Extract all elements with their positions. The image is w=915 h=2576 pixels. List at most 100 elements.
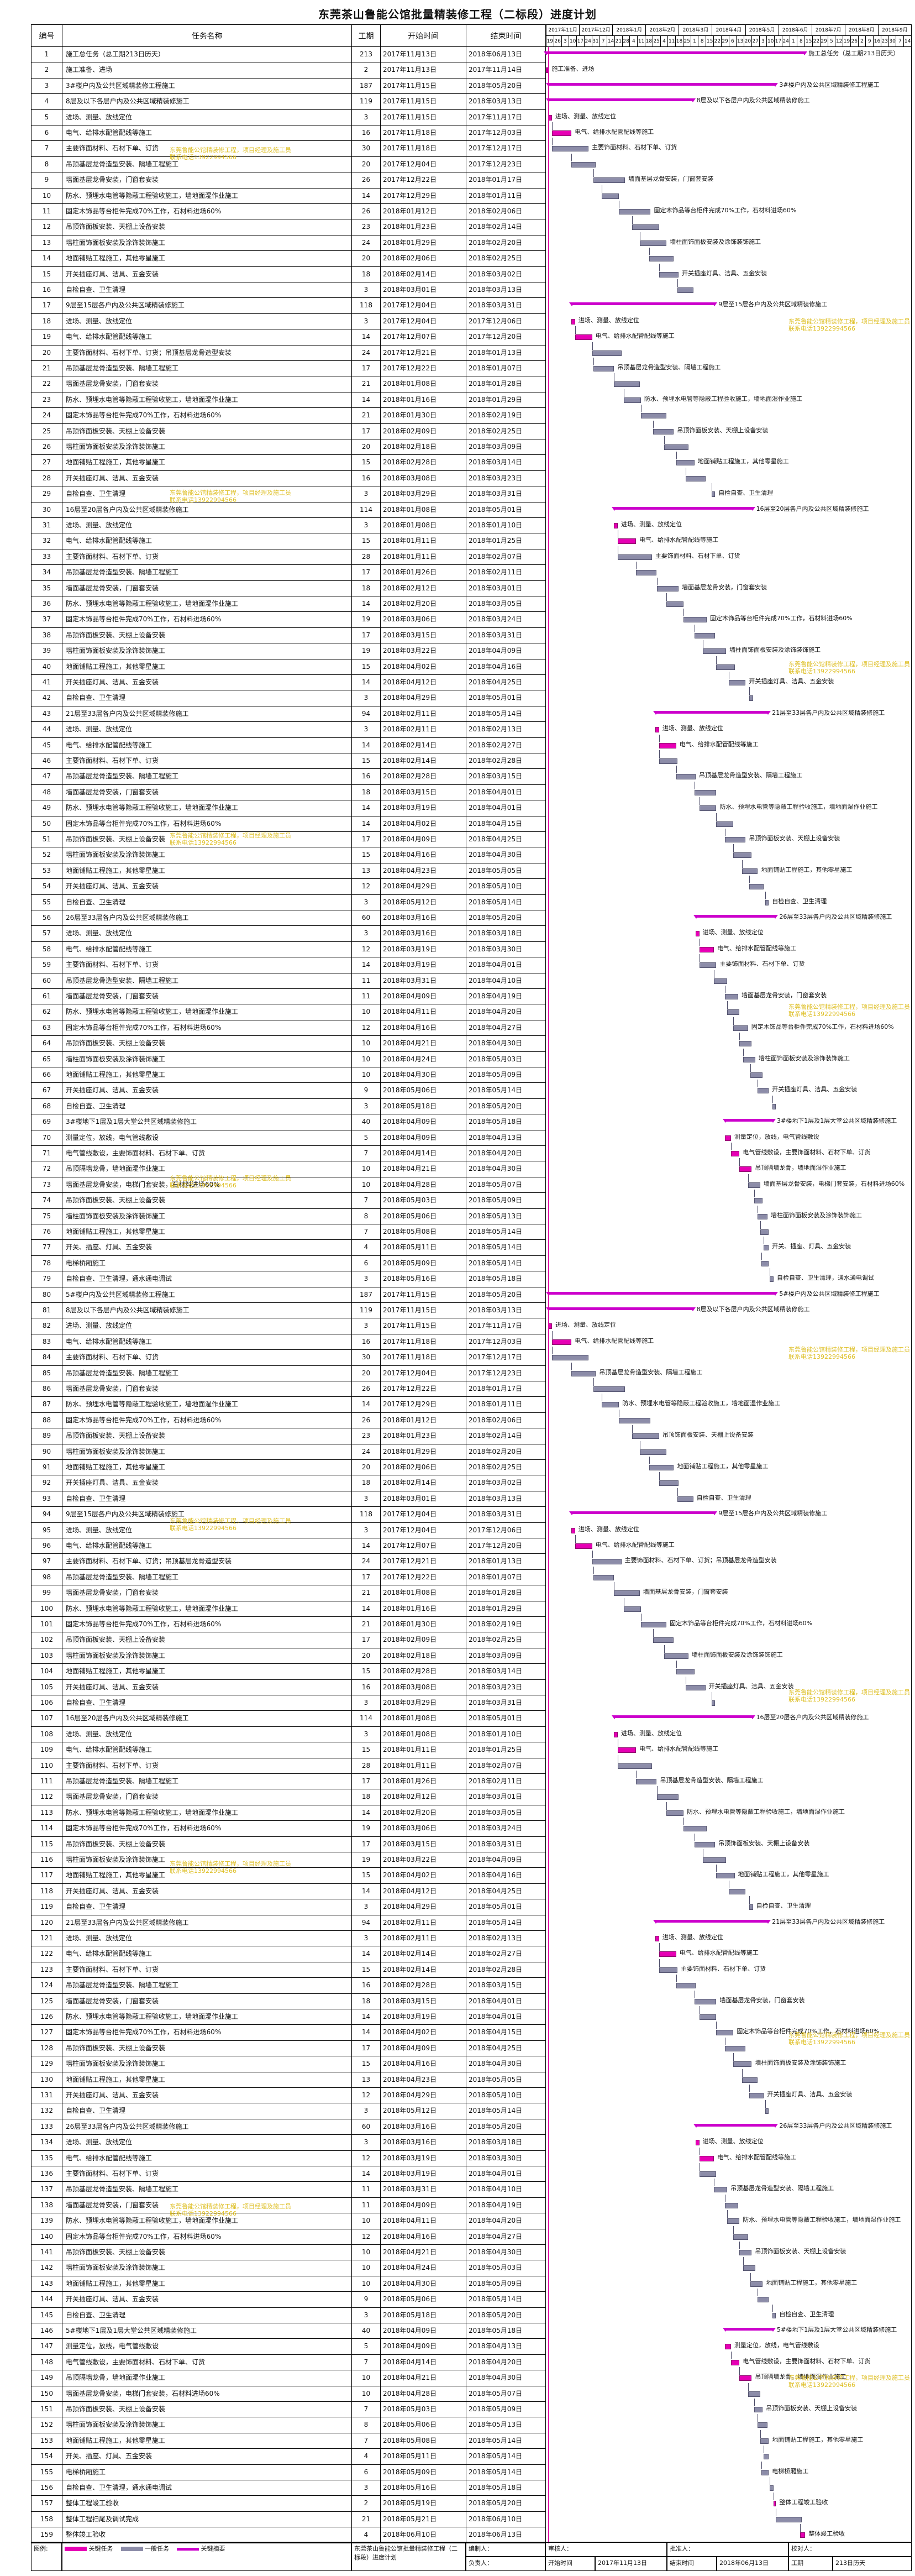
task-end: 2017年12月20日 [466, 329, 546, 345]
task-end: 2018年04月30日 [466, 2056, 546, 2072]
legend-sum-label: 关键摘要 [201, 2545, 225, 2552]
task-id: 138 [31, 2197, 62, 2214]
dependency-link [653, 420, 654, 428]
task-duration: 3 [352, 690, 381, 706]
task-duration: 10 [352, 2260, 381, 2276]
task-end: 2018年03月15日 [466, 1978, 546, 1994]
task-id: 88 [31, 1412, 62, 1429]
task-id: 37 [31, 612, 62, 628]
gantt-bar-label: 开关插座灯具、洁具、五金安装 [772, 1086, 858, 1093]
task-end: 2018年03月09日 [466, 439, 546, 455]
dependency-link [716, 656, 717, 664]
footer-reviewed: 校对人： [788, 2542, 912, 2557]
task-duration: 3 [352, 722, 381, 738]
task-name: 吊顶基层龙骨造型安装、隔墙工程施工 [62, 1774, 352, 1790]
task-name: 开关插座灯具、洁具、五金安装 [62, 879, 352, 895]
task-name: 吊顶饰面板安装、天棚上设备安装 [62, 1036, 352, 1052]
timeline-day-label: 28 [622, 36, 630, 47]
task-bar [592, 1559, 622, 1565]
task-bar [728, 1888, 746, 1894]
dependency-link [760, 1221, 761, 1229]
task-name: 地面铺贴工程施工，其他零星施工 [62, 2276, 352, 2292]
task-id: 102 [31, 1632, 62, 1648]
task-id: 101 [31, 1617, 62, 1633]
task-duration: 15 [352, 455, 381, 471]
task-bar [733, 2234, 748, 2240]
task-duration: 14 [352, 675, 381, 691]
dependency-link [664, 436, 665, 444]
task-id: 156 [31, 2480, 62, 2496]
task-end: 2018年02月27日 [466, 737, 546, 753]
task-name: 墙柱面饰面板安装及涂饰装饰施工 [62, 2417, 352, 2433]
dependency-link [742, 2069, 743, 2077]
task-id: 80 [31, 1287, 62, 1303]
task-end: 2018年03月31日 [466, 298, 546, 314]
task-name: 墙柱面饰面板安装及涂饰装饰施工 [62, 1444, 352, 1460]
task-start: 2017年11月18日 [381, 1350, 466, 1366]
task-duration: 26 [352, 172, 381, 189]
dependency-link [593, 358, 594, 365]
task-id: 33 [31, 549, 62, 566]
task-start: 2018年04月11日 [381, 1004, 466, 1020]
gantt-bar-label: 3#楼地下1层及1层大堂公共区域精装修施工 [777, 1118, 897, 1125]
dependency-link [748, 2383, 749, 2391]
task-bar [639, 1449, 667, 1455]
task-name: 主要饰面材料、石材下单、订货 [62, 1758, 352, 1774]
task-id: 91 [31, 1460, 62, 1476]
critical-task-bar [655, 727, 659, 733]
task-start: 2018年05月16日 [381, 2480, 466, 2496]
timeline-month-label: 2017年12月 [579, 25, 612, 36]
task-bar [593, 1574, 614, 1580]
task-name: 进场、测量、放线定位 [62, 313, 352, 330]
task-name: 墙柱面饰面板安装及涂饰装饰施工 [62, 2056, 352, 2072]
task-end: 2018年04月09日 [466, 1852, 546, 1868]
task-name: 自检自查、卫生清理 [62, 1695, 352, 1711]
task-id: 106 [31, 1695, 62, 1711]
task-bar [617, 554, 652, 560]
task-start: 2018年01月08日 [381, 1585, 466, 1601]
task-name: 墙面基层龙骨安装，门窗套安装 [62, 580, 352, 596]
task-start: 2018年04月29日 [381, 879, 466, 895]
task-duration: 2 [352, 2496, 381, 2512]
task-start: 2018年02月09日 [381, 1632, 466, 1648]
task-end: 2018年01月10日 [466, 1726, 546, 1743]
task-id: 58 [31, 941, 62, 958]
task-end: 2018年05月05日 [466, 2072, 546, 2088]
task-end: 2018年05月07日 [466, 1177, 546, 1193]
task-bar [656, 585, 679, 591]
task-duration: 10 [352, 1161, 381, 1177]
task-end: 2018年03月02日 [466, 266, 546, 282]
critical-task-bar [614, 1731, 618, 1737]
task-id: 151 [31, 2402, 62, 2418]
task-start: 2018年01月11日 [381, 1758, 466, 1774]
task-end: 2017年12月23日 [466, 1365, 546, 1381]
task-name: 3#楼地下1层及1层大堂公共区域精装修施工 [62, 1114, 352, 1130]
task-duration: 16 [352, 1679, 381, 1695]
task-end: 2018年03月13日 [466, 1303, 546, 1319]
task-start: 2018年02月20日 [381, 1805, 466, 1821]
timeline-day-label: 18 [645, 36, 653, 47]
task-id: 6 [31, 125, 62, 142]
task-name: 电气、给排水配管配线等施工 [62, 1538, 352, 1554]
task-name: 防水、预埋水电管等隐蔽工程验收施工，墙地面湿作业施工 [62, 1805, 352, 1821]
task-id: 68 [31, 1098, 62, 1115]
task-name: 开关插座灯具、洁具、五金安装 [62, 2088, 352, 2104]
task-name: 自检自查、卫生清理 [62, 690, 352, 706]
dependency-link [552, 1347, 553, 1355]
gantt-bar-label: 8层及以下各层户内及公共区域精装修施工 [696, 1306, 810, 1313]
gantt-bar-label: 自检自查、卫生清理 [772, 898, 827, 905]
task-start: 2018年05月06日 [381, 2417, 466, 2433]
task-duration: 21 [352, 408, 381, 424]
gantt-bar-label: 地面铺贴工程施工，其他零星施工 [761, 866, 853, 873]
task-id: 137 [31, 2182, 62, 2198]
task-end: 2018年05月01日 [466, 502, 546, 518]
task-duration: 14 [352, 1538, 381, 1554]
task-duration: 14 [352, 329, 381, 345]
watermark-text: 东莞鲁能公馆精装修工程，项目经理及施工员联系电话13922994566 [788, 1689, 910, 1703]
task-bar [571, 1370, 596, 1376]
dependency-link [761, 1252, 762, 1260]
task-name: 吊顶饰面板安装、天棚上设备安装 [62, 219, 352, 235]
dependency-link [676, 452, 677, 460]
gantt-bar-label: 吊顶基层龙骨造型安装、隔墙工程施工 [660, 1777, 764, 1784]
task-name: 防水、预埋水电管等隐蔽工程验收施工，墙地面湿作业施工 [62, 392, 352, 409]
